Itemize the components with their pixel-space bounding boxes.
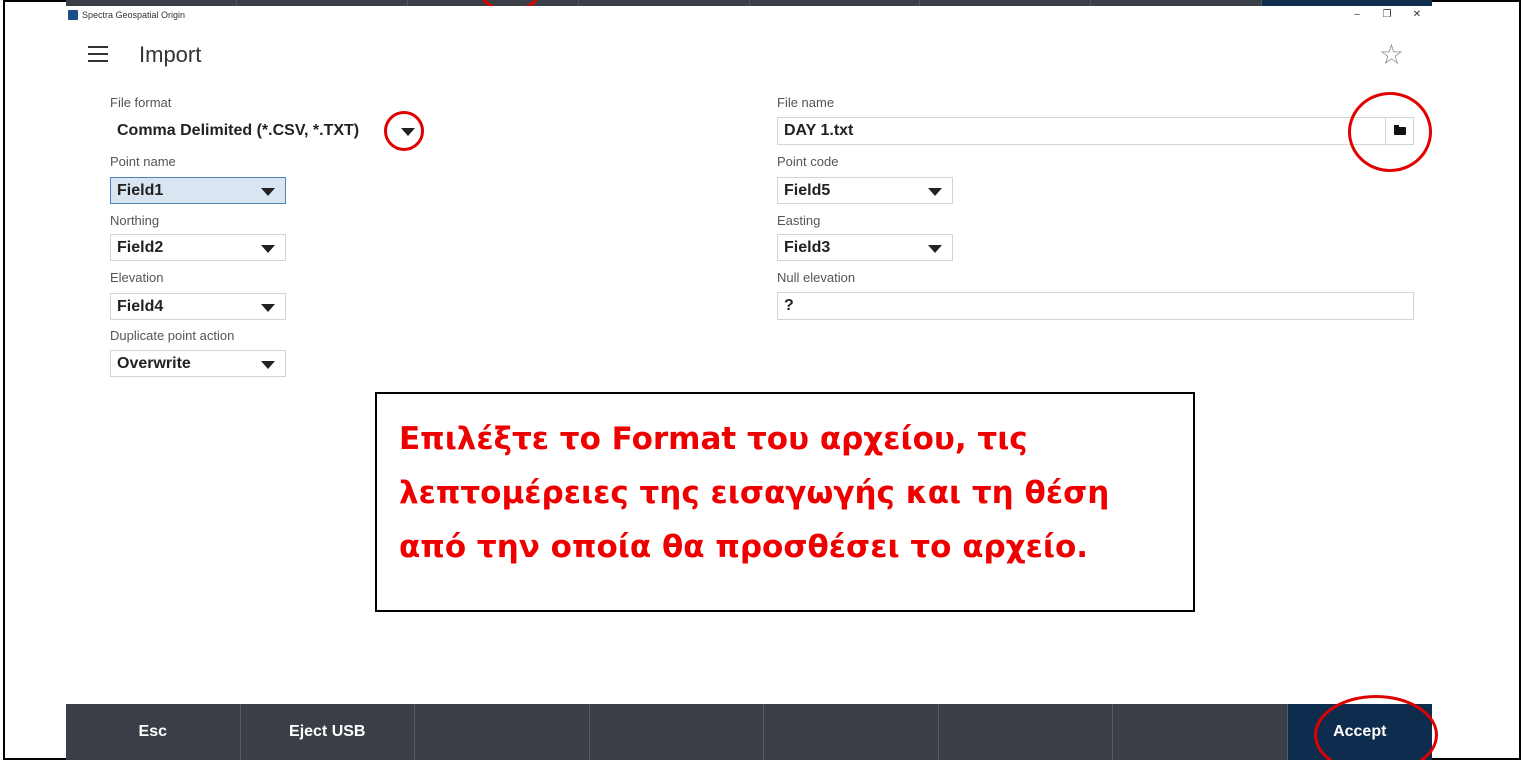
window-title: Spectra Geospatial Origin	[82, 10, 186, 20]
chevron-down-icon	[261, 188, 275, 196]
file-name-value: DAY 1.txt	[784, 122, 854, 139]
elevation-label: Elevation	[110, 270, 164, 285]
file-format-value: Comma Delimited (*.CSV, *.TXT)	[117, 122, 360, 139]
minimize-button[interactable]: –	[1342, 6, 1372, 24]
duplicate-action-dropdown[interactable]: Overwrite	[110, 350, 286, 377]
chevron-down-icon	[928, 188, 942, 196]
easting-value: Field3	[784, 239, 831, 256]
duplicate-action-value: Overwrite	[117, 355, 191, 372]
title-bar: Spectra Geospatial Origin – ❐ ✕	[66, 6, 1432, 24]
null-elevation-field[interactable]: ?	[777, 292, 1414, 320]
duplicate-action-label: Duplicate point action	[110, 328, 235, 343]
empty-button-5[interactable]	[764, 704, 939, 760]
esc-button[interactable]: Esc	[66, 704, 241, 760]
chevron-down-icon	[261, 361, 275, 369]
eject-usb-button[interactable]: Eject USB	[241, 704, 415, 760]
chevron-down-icon	[261, 304, 275, 312]
easting-dropdown[interactable]: Field3	[777, 234, 953, 261]
annotation-circle-format	[384, 111, 424, 151]
point-code-value: Field5	[784, 182, 831, 199]
empty-button-4[interactable]	[590, 704, 764, 760]
hamburger-icon[interactable]	[88, 46, 108, 62]
northing-dropdown[interactable]: Field2	[110, 234, 286, 261]
point-name-value: Field1	[117, 182, 164, 199]
null-elevation-value: ?	[784, 297, 794, 314]
callout-line-2: λεπτομέρειες της εισαγωγής και τη θέση	[399, 475, 1110, 511]
elevation-dropdown[interactable]: Field4	[110, 293, 286, 320]
restore-button[interactable]: ❐	[1372, 6, 1402, 24]
chevron-down-icon	[928, 245, 942, 253]
close-button[interactable]: ✕	[1402, 6, 1432, 24]
easting-label: Easting	[777, 213, 821, 228]
chevron-down-icon	[261, 245, 275, 253]
page-title: Import	[139, 42, 202, 67]
file-name-field[interactable]: DAY 1.txt	[777, 117, 1414, 145]
window-controls: – ❐ ✕	[1342, 6, 1432, 24]
null-elevation-label: Null elevation	[777, 270, 856, 285]
northing-value: Field2	[117, 239, 164, 256]
annotation-circle-folder	[1348, 92, 1432, 172]
callout-line-3: από την οποία θα προσθέσει το αρχείο.	[399, 529, 1089, 565]
empty-button-3[interactable]	[415, 704, 590, 760]
bottom-button-bar: Esc Eject USB Accept	[66, 704, 1432, 760]
app-window: Spectra Geospatial Origin – ❐ ✕ Import ☆…	[66, 6, 1432, 760]
elevation-value: Field4	[117, 298, 164, 315]
file-name-label: File name	[777, 95, 835, 110]
empty-button-7[interactable]	[1113, 704, 1288, 760]
empty-button-6[interactable]	[939, 704, 1113, 760]
instruction-callout: Επιλέξτε το Format του αρχείου, τις λεπτ…	[375, 392, 1195, 612]
app-icon	[68, 10, 78, 20]
point-name-label: Point name	[110, 154, 176, 169]
callout-line-1: Επιλέξτε το Format του αρχείου, τις	[399, 421, 1028, 457]
star-icon[interactable]: ☆	[1379, 38, 1404, 71]
northing-label: Northing	[110, 213, 160, 228]
point-name-dropdown[interactable]: Field1	[110, 177, 286, 204]
point-code-label: Point code	[777, 154, 839, 169]
point-code-dropdown[interactable]: Field5	[777, 177, 953, 204]
file-format-dropdown[interactable]: Comma Delimited (*.CSV, *.TXT)	[110, 117, 418, 144]
file-format-label: File format	[110, 95, 172, 110]
page-header: Import ☆	[66, 34, 1432, 78]
